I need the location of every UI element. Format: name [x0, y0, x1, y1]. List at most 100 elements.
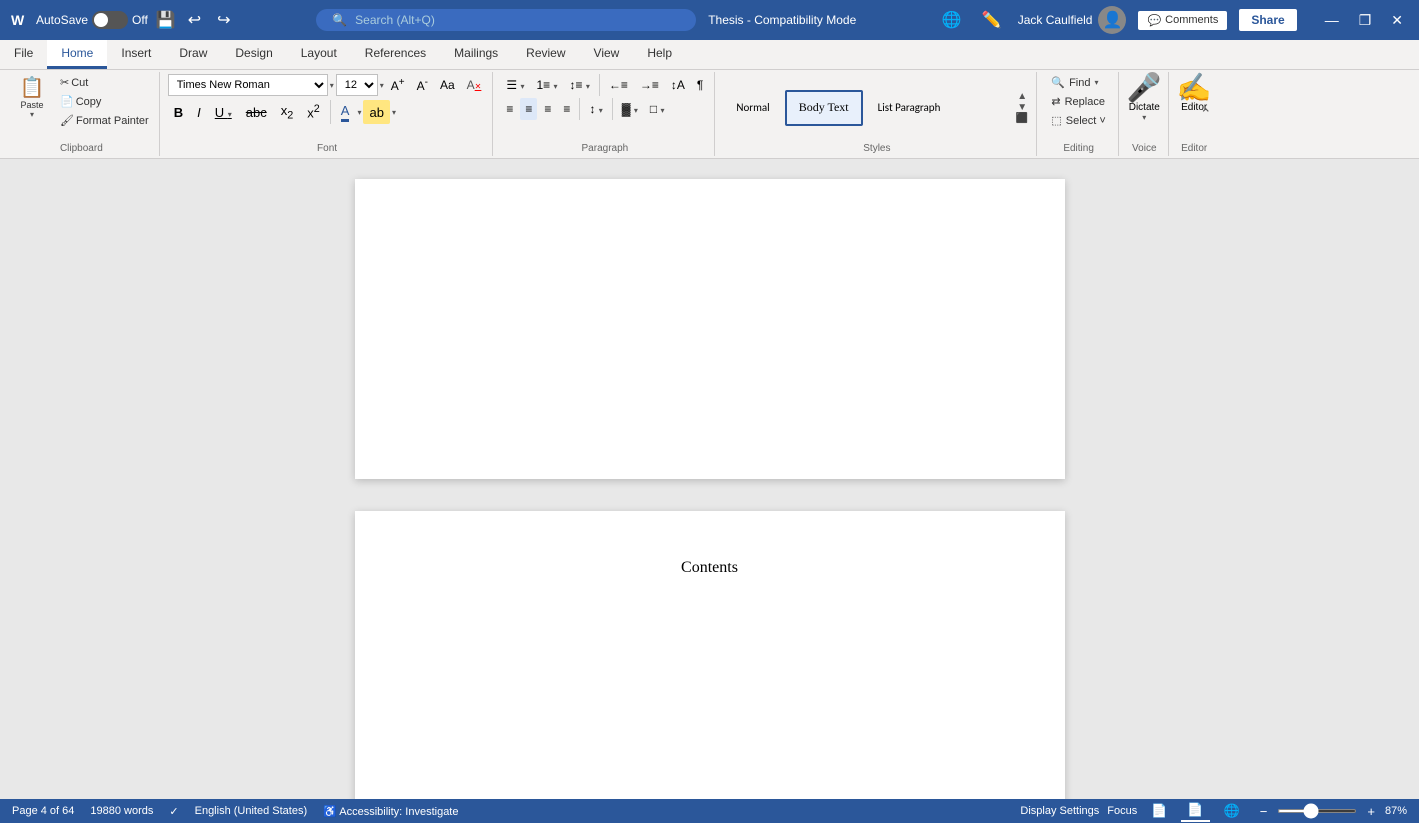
zoom-in-button[interactable]: +	[1361, 802, 1381, 821]
search-icon: 🔍	[332, 13, 347, 27]
cut-button[interactable]: ✂ Cut	[56, 74, 153, 91]
font-family-select[interactable]: Times New Roman	[168, 74, 328, 96]
highlight-arrow: ▾	[392, 108, 396, 117]
comments-button[interactable]: 💬 Comments	[1138, 11, 1227, 30]
tab-mailings[interactable]: Mailings	[440, 40, 512, 69]
minimize-button[interactable]: —	[1317, 8, 1347, 33]
para-div1	[599, 74, 600, 96]
paste-arrow: ▾	[30, 110, 34, 119]
autosave-group: AutoSave Off	[36, 11, 148, 29]
find-button[interactable]: 🔍 Find ▾	[1045, 74, 1104, 91]
clipboard-group: 📋 Paste ▾ ✂ Cut 📄 Copy 🖌 Format	[4, 72, 160, 156]
styles-items-row: Normal Body Text List Paragraph	[723, 90, 1012, 126]
paragraph-group: ☰ ▾ 1≡ ▾ ↕≡ ▾ ←≡ →≡ ↕A ¶ ≡ ≡ ≡ ≡ ↕ ▾	[495, 72, 715, 156]
pages-container: Contents	[355, 179, 1065, 779]
tab-design[interactable]: Design	[221, 40, 286, 69]
format-painter-icon: 🖌	[60, 114, 74, 127]
line-spacing-button[interactable]: ↕ ▾	[584, 98, 607, 120]
page-2-content: Contents	[355, 511, 1065, 649]
superscript-button[interactable]: x2	[301, 100, 326, 124]
styles-group: Normal Body Text List Paragraph ▲ ▼ ⬛ St…	[717, 72, 1037, 156]
user-name: Jack Caulfield	[1018, 13, 1093, 27]
page-info: Page 4 of 64	[12, 805, 74, 817]
language[interactable]: English (United States)	[195, 805, 308, 817]
shrink-font-button[interactable]: A-	[412, 74, 433, 96]
font-size-select[interactable]: 12	[336, 74, 378, 96]
tab-review[interactable]: Review	[512, 40, 579, 69]
ribbon-collapse-arrow[interactable]: ⌃	[1200, 106, 1212, 123]
copy-button[interactable]: 📄 Copy	[56, 93, 153, 110]
tab-draw[interactable]: Draw	[165, 40, 221, 69]
styles-label: Styles	[723, 141, 1030, 154]
select-button[interactable]: ⬚ Select ˅	[1045, 112, 1111, 129]
bold-button[interactable]: B	[168, 100, 189, 124]
justify-button[interactable]: ≡	[558, 98, 575, 120]
pen-icon[interactable]: ✏️	[978, 8, 1006, 32]
case-button[interactable]: Aa	[435, 74, 460, 96]
strikethrough-button[interactable]: abc	[240, 100, 273, 124]
microphone-icon: 🎤	[1127, 74, 1162, 102]
borders-button[interactable]: □ ▾	[645, 98, 670, 120]
close-button[interactable]: ✕	[1383, 8, 1411, 33]
style-list-paragraph[interactable]: List Paragraph	[865, 90, 954, 126]
styles-expand[interactable]: ⬛	[1014, 113, 1030, 124]
tab-view[interactable]: View	[580, 40, 634, 69]
replace-icon: ⇄	[1051, 95, 1060, 108]
align-right-button[interactable]: ≡	[539, 98, 556, 120]
tab-insert[interactable]: Insert	[107, 40, 165, 69]
title-right: 🌐 ✏️ Jack Caulfield 👤 💬 Comments Share —…	[938, 6, 1411, 34]
autosave-toggle[interactable]	[92, 11, 128, 29]
undo-button[interactable]: ↩	[184, 8, 205, 32]
multilevel-button[interactable]: ↕≡ ▾	[565, 74, 595, 96]
italic-button[interactable]: I	[191, 100, 207, 124]
underline-button[interactable]: U ▾	[209, 100, 238, 124]
bullets-button[interactable]: ☰ ▾	[501, 74, 529, 96]
align-left-button[interactable]: ≡	[501, 98, 518, 120]
contents-heading: Contents	[427, 559, 993, 577]
tab-home[interactable]: Home	[47, 40, 107, 69]
highlight-button[interactable]: ab	[363, 100, 389, 124]
spelling-check-icon[interactable]: ✓	[169, 805, 178, 818]
font-size-arrow: ▾	[380, 81, 384, 90]
styles-scroll-down[interactable]: ▼	[1014, 102, 1030, 113]
style-normal[interactable]: Normal	[723, 90, 782, 126]
read-mode-button[interactable]: 📄	[1145, 801, 1173, 821]
redo-button[interactable]: ↪	[213, 8, 234, 32]
increase-indent-button[interactable]: →≡	[635, 74, 664, 96]
search-bar[interactable]: 🔍 Search (Alt+Q)	[316, 9, 696, 31]
display-settings-button[interactable]: Display Settings	[1020, 805, 1099, 817]
web-layout-button[interactable]: 🌐	[1218, 801, 1246, 821]
font-color-button[interactable]: A	[335, 100, 356, 124]
style-body-text[interactable]: Body Text	[785, 90, 863, 126]
restore-button[interactable]: ❐	[1351, 8, 1380, 33]
paste-button[interactable]: 📋 Paste ▾	[10, 74, 54, 121]
shading-button[interactable]: ▓ ▾	[617, 98, 643, 120]
save-button[interactable]: 💾	[156, 10, 176, 30]
tab-file[interactable]: File	[0, 40, 47, 69]
decrease-indent-button[interactable]: ←≡	[604, 74, 633, 96]
accessibility-label[interactable]: ♿ Accessibility: Investigate	[323, 805, 458, 818]
tab-help[interactable]: Help	[633, 40, 686, 69]
styles-scroll-up[interactable]: ▲	[1014, 91, 1030, 102]
status-bar-right: Display Settings Focus 📄 📄 🌐 − + 87%	[1020, 800, 1407, 822]
format-painter-button[interactable]: 🖌 Format Painter	[56, 112, 153, 129]
dictate-button[interactable]: 🎤 Dictate ▾	[1127, 74, 1162, 122]
tab-layout[interactable]: Layout	[287, 40, 351, 69]
clear-format-button[interactable]: A✕	[462, 74, 487, 96]
focus-button[interactable]: Focus	[1107, 805, 1137, 817]
numbering-button[interactable]: 1≡ ▾	[531, 74, 562, 96]
align-center-button[interactable]: ≡	[520, 98, 537, 120]
zoom-slider[interactable]	[1277, 809, 1357, 813]
cut-icon: ✂	[60, 76, 69, 89]
replace-button[interactable]: ⇄ Replace	[1045, 93, 1111, 110]
print-layout-button[interactable]: 📄	[1181, 800, 1209, 822]
paragraph-group-content: ☰ ▾ 1≡ ▾ ↕≡ ▾ ←≡ →≡ ↕A ¶ ≡ ≡ ≡ ≡ ↕ ▾	[501, 74, 708, 141]
tab-references[interactable]: References	[351, 40, 440, 69]
zoom-out-button[interactable]: −	[1254, 802, 1274, 821]
paste-label: Paste	[20, 100, 43, 110]
share-button[interactable]: Share	[1239, 9, 1296, 31]
show-marks-button[interactable]: ¶	[692, 74, 708, 96]
sort-button[interactable]: ↕A	[666, 74, 690, 96]
subscript-button[interactable]: x2	[275, 100, 300, 124]
grow-font-button[interactable]: A+	[386, 74, 410, 96]
